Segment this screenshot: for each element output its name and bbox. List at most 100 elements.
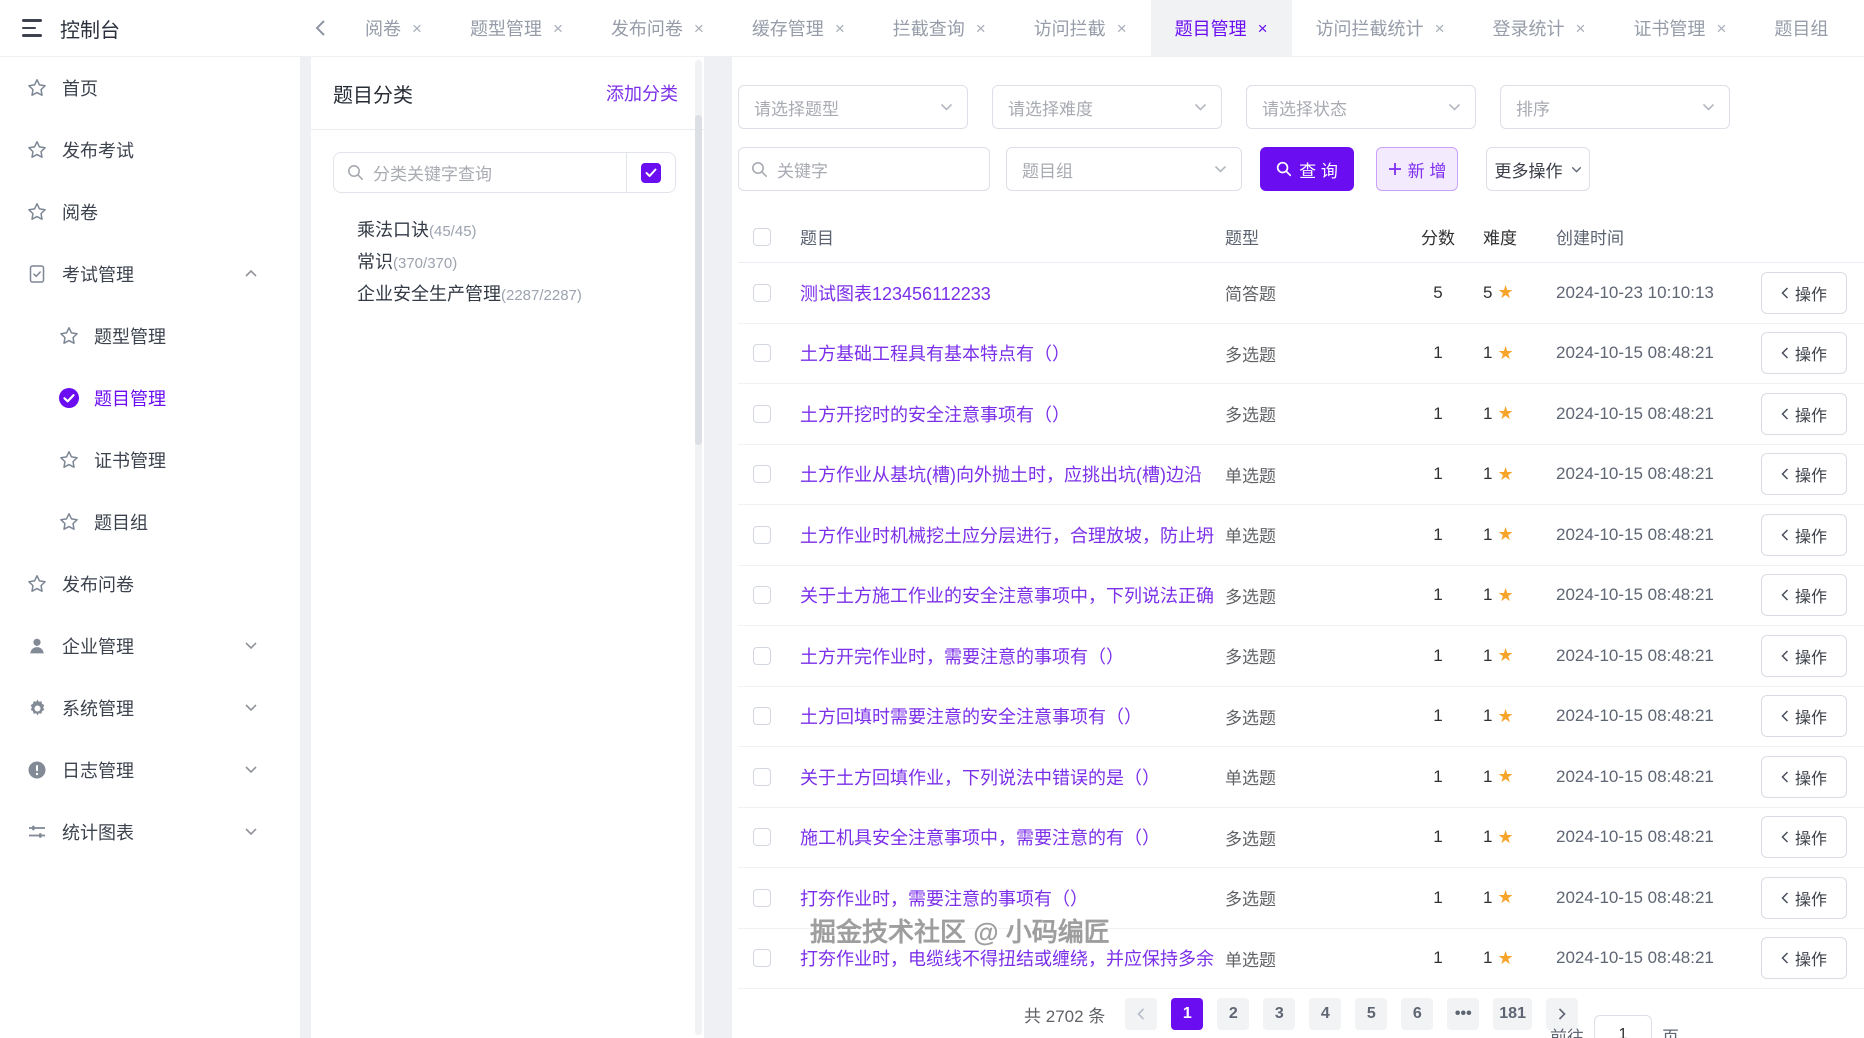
question-title-link[interactable]: 土方作业从基坑(槽)向外抛土时，应挑出坑(槽)边沿	[800, 461, 1225, 487]
category-filter-checkbox-checked[interactable]	[641, 162, 661, 183]
tab-zhengshuguanli[interactable]: 证书管理 ×	[1609, 0, 1750, 56]
question-title-link[interactable]: 测试图表123456112233	[800, 280, 1225, 306]
row-checkbox[interactable]	[753, 707, 771, 726]
sidebar-item-home[interactable]: 首页	[0, 57, 300, 119]
sidebar-item-question-group[interactable]: 题目组	[0, 491, 300, 553]
question-title-link[interactable]: 土方开挖时的安全注意事项有（）	[800, 401, 1225, 427]
difficulty-select[interactable]: 请选择难度	[992, 85, 1222, 129]
question-title-link[interactable]: 关于土方施工作业的安全注意事项中，下列说法正确	[800, 582, 1225, 608]
close-icon[interactable]: ×	[553, 20, 563, 37]
page-button-4[interactable]: 4	[1309, 998, 1342, 1030]
sidebar-item-publish-exam[interactable]: 发布考试	[0, 119, 300, 181]
row-actions-button[interactable]: 操作	[1761, 574, 1847, 617]
close-icon[interactable]: ×	[1117, 20, 1127, 37]
tab-tixingguanli[interactable]: 题型管理 ×	[446, 0, 587, 56]
add-question-button[interactable]: 新 增	[1376, 147, 1458, 191]
question-group-select[interactable]: 题目组	[1006, 147, 1242, 191]
row-actions-button[interactable]: 操作	[1761, 453, 1847, 496]
row-actions-button[interactable]: 操作	[1761, 271, 1847, 314]
question-title-link[interactable]: 关于土方回填作业，下列说法中错误的是（）	[800, 764, 1225, 790]
tab-lanjiechaxun[interactable]: 拦截查询 ×	[869, 0, 1010, 56]
question-title-link[interactable]: 土方回填时需要注意的安全注意事项有（）	[800, 703, 1225, 729]
prev-page-button[interactable]	[1125, 998, 1158, 1030]
query-button[interactable]: 查 询	[1260, 147, 1354, 191]
close-icon[interactable]: ×	[1576, 20, 1586, 37]
row-actions-button[interactable]: 操作	[1761, 513, 1847, 556]
category-item[interactable]: 常识(370/370)	[311, 247, 704, 279]
close-icon[interactable]: ×	[976, 20, 986, 37]
tabs-scroll-left-icon[interactable]	[300, 0, 341, 56]
hamburger-menu-icon[interactable]	[22, 19, 44, 37]
keyword-input[interactable]: 关键字	[738, 147, 990, 191]
scrollbar[interactable]	[695, 60, 702, 1035]
chevron-left-icon	[1781, 287, 1789, 299]
category-item[interactable]: 乘法口诀(45/45)	[311, 215, 704, 247]
page-button-5[interactable]: 5	[1355, 998, 1388, 1030]
page-button-6[interactable]: 6	[1401, 998, 1434, 1030]
tab-yuejuan[interactable]: 阅卷 ×	[341, 0, 446, 56]
close-icon[interactable]: ×	[1716, 20, 1726, 37]
page-button-3[interactable]: 3	[1263, 998, 1296, 1030]
row-actions-button[interactable]: 操作	[1761, 392, 1847, 435]
tab-huancunguanli[interactable]: 缓存管理 ×	[728, 0, 869, 56]
more-actions-button[interactable]: 更多操作	[1486, 147, 1590, 191]
tab-fangwenlanjietongji[interactable]: 访问拦截统计 ×	[1292, 0, 1469, 56]
sort-select[interactable]: 排序	[1500, 85, 1730, 129]
question-type-select[interactable]: 请选择题型	[738, 85, 968, 129]
page-button-181[interactable]: 181	[1493, 998, 1532, 1030]
question-title-link[interactable]: 打夯作业时，需要注意的事项有（）	[800, 885, 1225, 911]
sidebar-item-certificate[interactable]: 证书管理	[0, 429, 300, 491]
select-all-checkbox[interactable]	[753, 227, 771, 246]
tab-timuguanli-active[interactable]: 题目管理 ×	[1150, 0, 1292, 56]
row-checkbox[interactable]	[753, 767, 771, 786]
close-icon[interactable]: ×	[694, 20, 704, 37]
jump-page-input[interactable]	[1594, 1015, 1652, 1038]
row-checkbox[interactable]	[753, 646, 771, 665]
tab-timuzu[interactable]: 题目组	[1750, 0, 1852, 56]
add-category-link[interactable]: 添加分类	[606, 80, 678, 106]
question-title-link[interactable]: 施工机具安全注意事项中，需要注意的有（）	[800, 824, 1225, 850]
row-checkbox[interactable]	[753, 344, 771, 363]
row-checkbox[interactable]	[753, 888, 771, 907]
sidebar-item-system[interactable]: 系统管理	[0, 677, 300, 739]
row-actions-button[interactable]: 操作	[1761, 937, 1847, 980]
sidebar-item-question-type[interactable]: 题型管理	[0, 305, 300, 367]
status-select[interactable]: 请选择状态	[1246, 85, 1476, 129]
more-pages-button[interactable]: •••	[1447, 998, 1480, 1030]
sidebar-item-publish-survey[interactable]: 发布问卷	[0, 553, 300, 615]
row-checkbox[interactable]	[753, 404, 771, 423]
sidebar-item-enterprise[interactable]: 企业管理	[0, 615, 300, 677]
close-icon[interactable]: ×	[1435, 20, 1445, 37]
question-title-link[interactable]: 打夯作业时，电缆线不得扭结或缠绕，并应保持多余	[800, 945, 1225, 971]
sidebar-item-grading[interactable]: 阅卷	[0, 181, 300, 243]
tab-fabuwenjuan[interactable]: 发布问卷 ×	[587, 0, 728, 56]
sidebar-item-logs[interactable]: 日志管理	[0, 739, 300, 801]
row-checkbox[interactable]	[753, 828, 771, 847]
row-actions-button[interactable]: 操作	[1761, 816, 1847, 859]
question-title-link[interactable]: 土方作业时机械挖土应分层进行，合理放坡，防止坍	[800, 522, 1225, 548]
category-search-input[interactable]: 分类关键字查询	[334, 153, 626, 192]
sidebar-item-question-management-selected[interactable]: 题目管理	[0, 367, 300, 429]
row-checkbox[interactable]	[753, 949, 771, 968]
row-actions-button[interactable]: 操作	[1761, 634, 1847, 677]
page-button-1[interactable]: 1	[1171, 998, 1204, 1030]
page-button-2[interactable]: 2	[1217, 998, 1250, 1030]
close-icon[interactable]: ×	[1258, 20, 1268, 37]
row-actions-button[interactable]: 操作	[1761, 755, 1847, 798]
row-checkbox[interactable]	[753, 525, 771, 544]
row-actions-button[interactable]: 操作	[1761, 695, 1847, 738]
tab-fangwenlanjie[interactable]: 访问拦截 ×	[1010, 0, 1151, 56]
row-checkbox[interactable]	[753, 586, 771, 605]
close-icon[interactable]: ×	[412, 20, 422, 37]
row-actions-button[interactable]: 操作	[1761, 332, 1847, 375]
sidebar-item-statistics[interactable]: 统计图表	[0, 801, 300, 863]
sidebar-item-exam-management[interactable]: 考试管理	[0, 243, 300, 305]
row-actions-button[interactable]: 操作	[1761, 876, 1847, 919]
category-item[interactable]: 企业安全生产管理(2287/2287)	[311, 279, 704, 311]
row-checkbox[interactable]	[753, 465, 771, 484]
question-title-link[interactable]: 土方开完作业时，需要注意的事项有（）	[800, 643, 1225, 669]
row-checkbox[interactable]	[753, 283, 771, 302]
question-title-link[interactable]: 土方基础工程具有基本特点有（）	[800, 340, 1225, 366]
close-icon[interactable]: ×	[835, 20, 845, 37]
tab-denglutongji[interactable]: 登录统计 ×	[1469, 0, 1610, 56]
